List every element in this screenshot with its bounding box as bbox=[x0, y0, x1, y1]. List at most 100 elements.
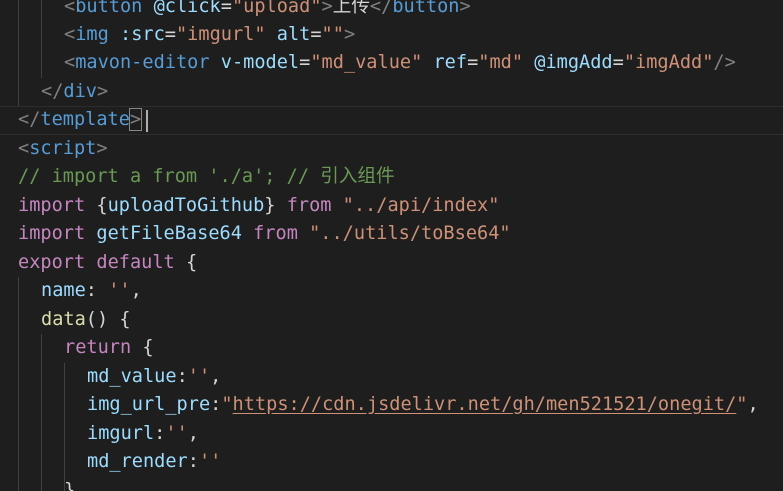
string: '' bbox=[165, 423, 188, 444]
keyword: import bbox=[18, 223, 86, 244]
property: img_url_pre bbox=[87, 394, 211, 415]
code-editor[interactable]: <button @click="upload">上传</button> <img… bbox=[0, 0, 783, 491]
comma: , bbox=[187, 423, 199, 444]
equals: = bbox=[220, 0, 232, 17]
comma: , bbox=[210, 366, 222, 387]
keyword: import bbox=[18, 195, 86, 216]
tag-name: button bbox=[75, 0, 143, 17]
brace-open: { bbox=[185, 252, 198, 273]
tag-open: </ bbox=[369, 0, 393, 17]
colon: : bbox=[176, 366, 188, 387]
code-line[interactable]: import {uploadToGithub} from "../api/ind… bbox=[18, 192, 783, 221]
attr-name: alt bbox=[276, 24, 311, 45]
identifier: uploadToGithub bbox=[107, 195, 265, 216]
tag-open: </ bbox=[41, 81, 64, 102]
code-line[interactable]: import getFileBase64 from "../utils/toBs… bbox=[18, 220, 783, 249]
url-link[interactable]: https://cdn.jsdelivr.net/gh/men521521/on… bbox=[233, 394, 737, 415]
tag-name: mavon-editor bbox=[75, 52, 210, 73]
indent-guide bbox=[18, 277, 19, 491]
parens: () bbox=[85, 309, 109, 330]
property: md_render bbox=[87, 451, 188, 472]
colon: : bbox=[210, 394, 222, 415]
tag-name: img bbox=[75, 24, 109, 45]
property: name bbox=[41, 280, 86, 301]
indent-guide bbox=[41, 334, 42, 491]
attr-name: ref bbox=[433, 52, 468, 73]
comment: // import a from './a'; // 引入组件 bbox=[18, 166, 395, 187]
tag-open: < bbox=[18, 138, 30, 159]
code-line[interactable]: img_url_pre:"https://cdn.jsdelivr.net/gh… bbox=[87, 391, 783, 420]
attr-value: "md" bbox=[478, 52, 524, 73]
string-quote: " bbox=[736, 394, 748, 415]
keyword: return bbox=[64, 337, 132, 358]
equals: = bbox=[467, 52, 479, 73]
brace-open: { bbox=[142, 337, 154, 358]
colon: : bbox=[154, 423, 166, 444]
keyword: from bbox=[253, 223, 298, 244]
attr-value: "md_value" bbox=[310, 52, 423, 73]
string: '' bbox=[108, 280, 131, 301]
code-line[interactable]: name: '', bbox=[41, 277, 783, 306]
indent-guide bbox=[41, 0, 42, 78]
code-line[interactable]: export default { bbox=[18, 249, 783, 278]
tag-close: > bbox=[96, 138, 108, 159]
attr-name: @imgAdd bbox=[534, 52, 613, 73]
equals: = bbox=[164, 24, 176, 45]
string: "../api/index" bbox=[342, 195, 500, 216]
tag-close: > bbox=[128, 108, 143, 131]
equals: = bbox=[612, 52, 624, 73]
string: '' bbox=[187, 366, 211, 387]
attr-value: "imgAdd" bbox=[623, 52, 714, 73]
code-line[interactable]: return { bbox=[64, 334, 783, 363]
tag-self-close: /> bbox=[713, 52, 736, 73]
code-line[interactable]: </template> bbox=[18, 106, 783, 135]
tag-name: template bbox=[40, 109, 130, 130]
equals: = bbox=[299, 52, 311, 73]
string: "../utils/toBse64" bbox=[309, 223, 511, 244]
brace-close: } bbox=[264, 195, 287, 216]
indent-guide bbox=[18, 0, 19, 106]
code-line[interactable]: md_value:'', bbox=[87, 363, 783, 392]
property: imgurl bbox=[87, 423, 155, 444]
brace-open: { bbox=[85, 195, 108, 216]
code-line[interactable]: <script> bbox=[18, 135, 783, 164]
identifier: getFileBase64 bbox=[96, 223, 242, 244]
property: md_value bbox=[87, 366, 177, 387]
code-line[interactable]: <button @click="upload">上传</button> bbox=[64, 0, 783, 22]
tag-open: < bbox=[64, 52, 76, 73]
attr-name: :src bbox=[120, 24, 165, 45]
equals: = bbox=[310, 24, 322, 45]
tag-open: </ bbox=[18, 109, 41, 130]
text-content: 上传 bbox=[332, 0, 370, 17]
code-line[interactable]: md_render:'' bbox=[87, 448, 783, 477]
tag-name: button bbox=[392, 0, 460, 17]
text-cursor bbox=[146, 110, 148, 132]
attr-value: "upload" bbox=[231, 0, 322, 17]
brace-open: { bbox=[119, 309, 131, 330]
tag-name: div bbox=[63, 81, 97, 102]
code-line[interactable]: data() { bbox=[41, 306, 783, 335]
attr-name: @click bbox=[153, 0, 221, 17]
code-line[interactable]: // import a from './a'; // 引入组件 bbox=[18, 163, 783, 192]
tag-close: > bbox=[321, 0, 333, 17]
attr-value: "" bbox=[321, 24, 344, 45]
colon: : bbox=[85, 280, 97, 301]
string: '' bbox=[198, 451, 222, 472]
tag-close: > bbox=[459, 0, 471, 17]
keyword: export bbox=[18, 252, 86, 273]
tag-open: < bbox=[64, 0, 76, 17]
colon: : bbox=[187, 451, 199, 472]
code-line[interactable]: </div> bbox=[41, 78, 783, 107]
keyword: default bbox=[96, 252, 175, 273]
brace-close: } bbox=[64, 480, 76, 491]
code-line[interactable]: imgurl:'', bbox=[87, 420, 783, 449]
comma: , bbox=[130, 280, 142, 301]
attr-value: "imgurl" bbox=[175, 24, 266, 45]
code-line[interactable]: } bbox=[64, 477, 783, 491]
tag-name: script bbox=[29, 138, 97, 159]
string-quote: " bbox=[221, 394, 233, 415]
code-line[interactable]: <mavon-editor v-model="md_value" ref="md… bbox=[64, 49, 783, 78]
code-line[interactable]: <img :src="imgurl" alt=""> bbox=[64, 21, 783, 50]
indent-guide bbox=[64, 363, 65, 491]
comma: , bbox=[747, 394, 759, 415]
